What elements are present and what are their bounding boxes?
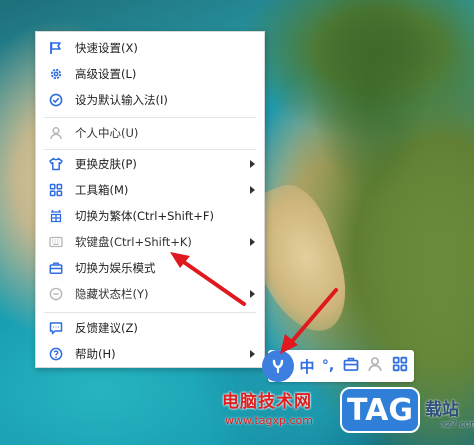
language-label: 中 xyxy=(299,357,315,376)
menu-item-toolbox[interactable]: 工具箱(M) xyxy=(36,177,264,203)
user-icon xyxy=(367,356,383,376)
check-circle-icon xyxy=(48,92,64,108)
punctuation-label: °, xyxy=(321,358,335,374)
ime-logo-icon[interactable] xyxy=(262,350,294,382)
menu-item-feedback[interactable]: 反馈建议(Z) xyxy=(36,315,264,341)
watermark-right-text: 载站 xyxy=(425,400,459,420)
watermark-right-small: xz7.com xyxy=(441,420,474,430)
menu-item-soft-keyboard[interactable]: 软键盘(Ctrl+Shift+K) xyxy=(36,229,264,255)
menu-item-change-skin[interactable]: 更换皮肤(P) xyxy=(36,151,264,177)
gear-icon xyxy=(48,66,64,82)
menu-item-label: 更换皮肤(P) xyxy=(75,157,137,171)
submenu-arrow-icon xyxy=(250,160,255,168)
menu-item-label: 个人中心(U) xyxy=(75,126,139,140)
menu-item-label: 高级设置(L) xyxy=(75,67,137,81)
minus-circle-icon xyxy=(48,286,64,302)
flag-icon xyxy=(48,40,64,56)
menu-item-label: 快速设置(X) xyxy=(75,41,138,55)
submenu-arrow-icon xyxy=(250,290,255,298)
ime-context-menu: 快速设置(X) 高级设置(L) 设为默认输入法(I) 个人中心(U) 更换皮肤(… xyxy=(35,31,265,368)
toolbox-icon xyxy=(343,356,359,376)
submenu-arrow-icon xyxy=(250,186,255,194)
user-button[interactable] xyxy=(366,356,384,376)
toolbox-button[interactable] xyxy=(342,356,360,376)
watermark-url: www.tagxp.com xyxy=(225,414,313,427)
menu-item-label: 切换为繁体(Ctrl+Shift+F) xyxy=(75,209,214,223)
keyboard-icon xyxy=(48,234,64,250)
menu-item-label: 反馈建议(Z) xyxy=(75,321,138,335)
menu-item-label: 帮助(H) xyxy=(75,347,116,361)
watermark-site-name: 电脑技术网 xyxy=(222,392,312,412)
menu-item-entertainment-mode[interactable]: 切换为娱乐模式 xyxy=(36,255,264,281)
grid-icon xyxy=(48,182,64,198)
submenu-arrow-icon xyxy=(250,350,255,358)
submenu-arrow-icon xyxy=(250,238,255,246)
grid-icon xyxy=(392,356,408,376)
punctuation-toggle[interactable]: °, xyxy=(318,356,338,376)
language-toggle[interactable]: 中 xyxy=(298,356,316,376)
menu-item-hide-statusbar[interactable]: 隐藏状态栏(Y) xyxy=(36,281,264,307)
menu-item-personal-center[interactable]: 个人中心(U) xyxy=(36,120,264,146)
menu-item-quick-settings[interactable]: 快速设置(X) xyxy=(36,35,264,61)
ime-status-bar[interactable]: 中 °, xyxy=(262,350,414,382)
traditional-char-icon xyxy=(48,208,64,224)
menu-separator xyxy=(44,117,256,118)
menu-item-label: 软键盘(Ctrl+Shift+K) xyxy=(75,235,192,249)
menu-separator xyxy=(44,312,256,313)
help-icon xyxy=(48,346,64,362)
chat-icon xyxy=(48,320,64,336)
user-icon xyxy=(48,125,64,141)
grid-button[interactable] xyxy=(391,356,409,376)
menu-item-traditional-chinese[interactable]: 切换为繁体(Ctrl+Shift+F) xyxy=(36,203,264,229)
menu-item-help[interactable]: 帮助(H) xyxy=(36,341,264,367)
menu-item-label: 工具箱(M) xyxy=(75,183,129,197)
watermark-tag-logo: TAG xyxy=(340,387,420,433)
menu-item-label: 隐藏状态栏(Y) xyxy=(75,287,149,301)
menu-item-set-default[interactable]: 设为默认输入法(I) xyxy=(36,87,264,113)
toolbox-icon xyxy=(48,260,64,276)
menu-item-label: 切换为娱乐模式 xyxy=(75,261,156,275)
menu-separator xyxy=(44,149,256,150)
shirt-icon xyxy=(48,156,64,172)
menu-item-advanced-settings[interactable]: 高级设置(L) xyxy=(36,61,264,87)
menu-item-label: 设为默认输入法(I) xyxy=(75,93,168,107)
